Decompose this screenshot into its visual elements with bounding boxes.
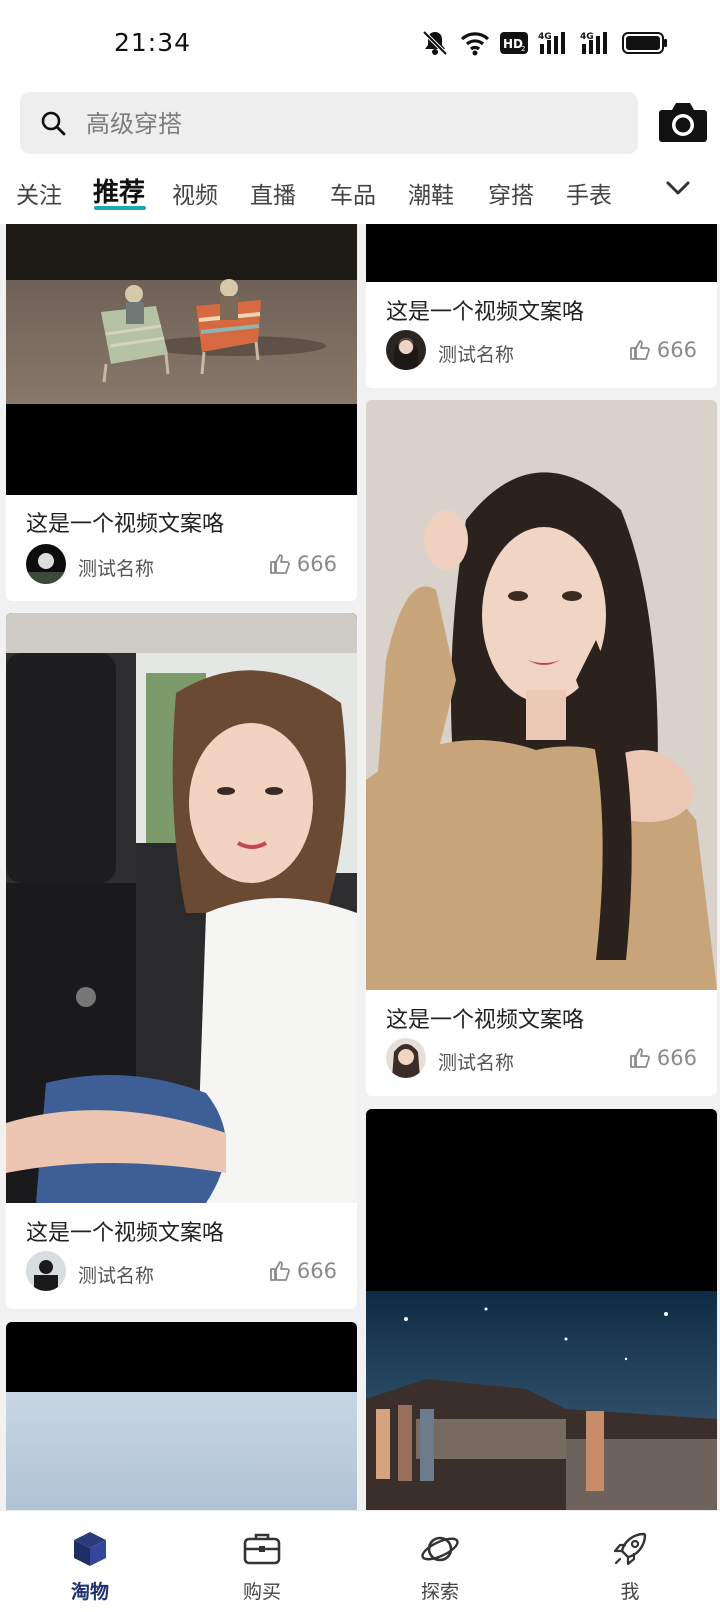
status-icons: HD 2 4G 4G [420,28,668,58]
feed-card[interactable]: 这是一个视频文案咯 测试名称 666 [366,224,717,388]
author-avatar[interactable] [386,330,426,370]
like-button[interactable]: 666 [629,1046,697,1070]
feed: 这是一个视频文案咯 测试名称 666 这是一个视频文案咯 测试名称 666 这是… [0,224,720,1510]
author-avatar[interactable] [26,1251,66,1291]
author-name[interactable]: 测试名称 [78,1261,154,1288]
like-button[interactable]: 666 [269,1259,337,1283]
night-scene-image [366,1109,717,1510]
app-screen: 21:34 HD 2 4G 4G 高级穿搭 关注 推荐 视频 直播 车品 潮鞋 … [0,0,720,1612]
status-time: 21:34 [114,28,192,57]
feed-card[interactable] [366,1109,717,1510]
nav-label: 我 [620,1581,640,1603]
bottom-navigation: 淘物 购买 探索 我 [0,1510,720,1612]
nav-item-discover[interactable]: 淘物 [0,1511,180,1612]
search-input[interactable] [84,92,608,156]
tab-watch[interactable]: 手表 [566,176,612,210]
chevron-down-icon[interactable] [666,180,690,196]
nav-label: 探索 [420,1581,459,1603]
like-count: 666 [656,1046,697,1070]
active-tab-indicator [94,206,146,210]
search-icon [41,111,66,136]
card-caption: 这是一个视频文案咯 [26,1221,225,1246]
beach-chairs-image [6,224,357,495]
briefcase-icon [243,1533,281,1565]
like-count: 666 [656,338,697,362]
card-caption: 这是一个视频文案咯 [386,300,585,325]
nav-label: 购买 [242,1581,281,1603]
nav-label: 淘物 [70,1581,109,1603]
tab-follow[interactable]: 关注 [16,176,62,210]
search-box[interactable] [20,92,638,156]
feed-card[interactable] [6,1322,357,1510]
video-thumbnail[interactable] [6,1322,357,1510]
rocket-icon [613,1532,647,1566]
mute-bell-icon [422,30,448,56]
like-button[interactable]: 666 [629,338,697,362]
thumbs-up-icon [630,1048,650,1068]
video-thumbnail[interactable] [366,400,717,990]
thumbs-up-icon [630,340,650,360]
feed-card[interactable]: 这是一个视频文案咯 测试名称 666 [6,224,357,601]
hd-icon: HD 2 [500,32,528,54]
video-thumbnail[interactable] [6,613,357,1203]
planet-icon [421,1536,459,1562]
author-name[interactable]: 测试名称 [78,554,154,581]
search-row [0,84,720,166]
nav-item-me[interactable]: 我 [540,1511,720,1612]
feed-card[interactable]: 这是一个视频文案咯 测试名称 666 [6,613,357,1309]
tab-live[interactable]: 直播 [250,176,296,210]
signal-4g-icon: 4G [538,32,565,54]
battery-icon [622,32,667,54]
svg-text:2: 2 [521,45,525,53]
author-name[interactable]: 测试名称 [438,340,514,367]
author-name[interactable]: 测试名称 [438,1048,514,1075]
nav-item-buy[interactable]: 购买 [172,1511,352,1612]
signal-4g-icon: 4G [580,32,607,54]
category-tabs: 关注 推荐 视频 直播 车品 潮鞋 穿搭 手表 [0,166,720,224]
thumbs-up-icon [270,1261,290,1281]
video-thumbnail[interactable] [366,1109,717,1510]
author-avatar[interactable] [386,1038,426,1078]
portrait-photo [366,400,717,990]
video-thumbnail[interactable] [6,224,357,495]
like-count: 666 [296,1259,337,1283]
like-button[interactable]: 666 [269,552,337,576]
thumbs-up-icon [270,554,290,574]
tab-recommend[interactable]: 推荐 [93,172,145,209]
video-thumbnail[interactable] [366,224,717,282]
tab-video[interactable]: 视频 [172,176,218,210]
like-count: 666 [296,552,337,576]
nav-item-explore[interactable]: 探索 [350,1511,530,1612]
camera-icon[interactable] [658,100,708,144]
cube-icon [74,1532,106,1566]
wifi-icon [460,32,490,56]
feed-card[interactable]: 这是一个视频文案咯 测试名称 666 [366,400,717,1096]
tab-sneakers[interactable]: 潮鞋 [408,176,454,210]
card-caption: 这是一个视频文案咯 [386,1008,585,1033]
tab-outfit[interactable]: 穿搭 [488,176,534,210]
status-bar: 21:34 HD 2 4G 4G [0,0,720,84]
tab-car[interactable]: 车品 [330,176,376,210]
sky-image [6,1322,357,1510]
car-portrait-photo [6,613,357,1203]
card-caption: 这是一个视频文案咯 [26,512,225,537]
author-avatar[interactable] [26,544,66,584]
